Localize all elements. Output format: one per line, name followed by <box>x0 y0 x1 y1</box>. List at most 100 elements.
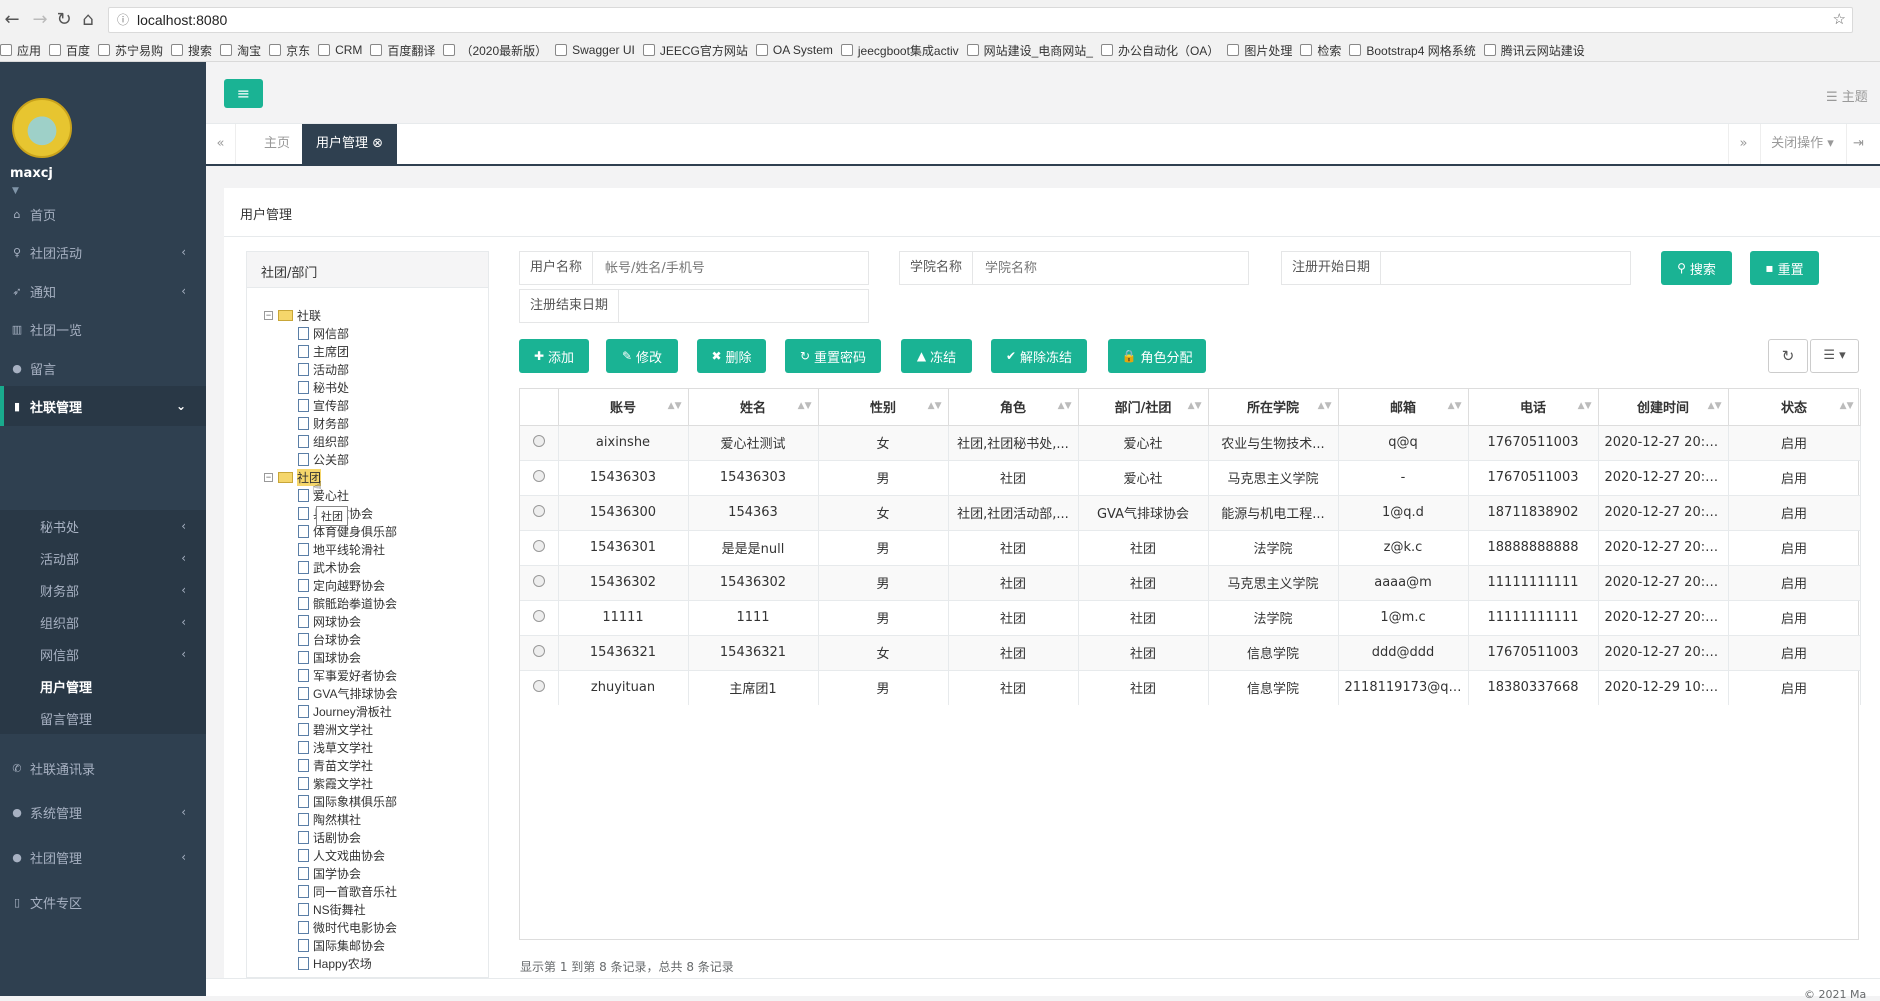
tab-scroll-left-icon[interactable]: « <box>206 124 236 164</box>
table-row[interactable]: 15436321 15436321 女社团 社团 信息学院 ddd@ddd 17670511… <box>520 634 1861 670</box>
bookmark-item[interactable]: 腾讯云网站建设 <box>1483 42 1593 59</box>
sidebar-subitem[interactable]: 网信部 ‹ <box>0 638 206 670</box>
bookmark-item[interactable]: Bootstrap4 网格系统 <box>1349 42 1483 59</box>
bookmark-item[interactable]: 百度 <box>49 42 98 59</box>
bookmark-item[interactable]: CRM <box>318 43 370 57</box>
tree-node[interactable]: 国际集邮协会 <box>298 937 385 954</box>
role-assign-button[interactable]: 🔒 角色分配 <box>1108 339 1206 373</box>
row-select-cell[interactable] <box>520 459 559 495</box>
sort-icon[interactable]: ▲▼ <box>1448 401 1462 411</box>
row-radio[interactable] <box>532 504 545 517</box>
row-select-cell[interactable] <box>520 529 559 565</box>
row-radio[interactable] <box>532 539 545 552</box>
tree-node[interactable]: GVA气排球协会 <box>298 685 397 702</box>
tree-node[interactable]: 公关部 <box>298 451 349 468</box>
end-date-input[interactable] <box>619 290 868 322</box>
column-header[interactable]: 角色 ▲▼ <box>948 389 1079 426</box>
bookmark-item[interactable]: Swagger UI <box>555 43 643 57</box>
username-input[interactable] <box>593 252 868 284</box>
avatar[interactable] <box>12 98 72 158</box>
college-input[interactable] <box>973 252 1248 284</box>
sidebar-item[interactable]: ● 社团管理 ‹ <box>0 837 206 877</box>
bookmark-item[interactable]: 百度翻译 <box>370 42 443 59</box>
sidebar-subitem[interactable]: 组织部 ‹ <box>0 606 206 638</box>
username[interactable]: maxcj <box>10 166 53 181</box>
bookmark-item[interactable]: 应用 <box>0 42 49 59</box>
tab-scroll-right-icon[interactable]: » <box>1728 124 1758 164</box>
sort-icon[interactable]: ▲▼ <box>1708 401 1722 411</box>
bookmark-item[interactable]: JEECG官方网站 <box>642 42 756 59</box>
collapse-icon[interactable]: − <box>264 311 273 320</box>
sort-icon[interactable]: ▲▼ <box>1840 401 1854 411</box>
row-select-cell[interactable] <box>520 424 559 460</box>
address-bar[interactable]: ⓘ localhost:8080 ☆ <box>108 7 1853 33</box>
row-radio[interactable] <box>532 609 545 622</box>
column-header[interactable]: 部门/社团 ▲▼ <box>1078 389 1209 426</box>
reload-icon[interactable]: ↻ <box>52 8 76 32</box>
tree-node[interactable]: 爱心社 <box>298 487 349 504</box>
column-header[interactable]: 性别 ▲▼ <box>818 389 949 426</box>
tree-node[interactable]: 微时代电影协会 <box>298 919 397 936</box>
sidebar-item[interactable]: ▥ 社团一览 <box>0 309 206 349</box>
sort-icon[interactable]: ▲▼ <box>1188 401 1202 411</box>
row-radio[interactable] <box>532 574 545 587</box>
tree-node[interactable]: 陶然棋社 <box>298 811 361 828</box>
sidebar-subitem[interactable]: 秘书处 ‹ <box>0 510 206 542</box>
sidebar-subitem[interactable]: 财务部 ‹ <box>0 574 206 606</box>
tree-node[interactable]: 网信部 <box>298 325 349 342</box>
row-radio[interactable] <box>532 679 545 692</box>
column-header[interactable]: 账号 ▲▼ <box>558 389 689 426</box>
tree-node[interactable]: NS街舞社 <box>298 901 366 918</box>
sidebar-item[interactable]: ♀ 社团活动 ‹ <box>0 232 206 272</box>
sidebar-subitem[interactable]: 活动部 ‹ <box>0 542 206 574</box>
tree-node[interactable]: 秘书处 <box>298 379 349 396</box>
menu-toggle-button[interactable]: ≡ <box>224 79 263 108</box>
row-select-cell[interactable] <box>520 634 559 670</box>
bookmark-item[interactable]: jeecgboot集成activ <box>840 42 967 59</box>
tree-node[interactable]: 定向越野协会 <box>298 577 385 594</box>
delete-button[interactable]: ✖ 删除 <box>697 339 766 373</box>
bookmark-item[interactable]: 京东 <box>269 42 318 59</box>
table-row[interactable]: zhuyituan 主席团1 男社团 社团 信息学院 2118119173@qq... 18… <box>520 669 1861 705</box>
column-header[interactable]: 状态 ▲▼ <box>1728 389 1861 426</box>
row-select-cell[interactable] <box>520 669 559 705</box>
reset-password-button[interactable]: ↻ 重置密码 <box>785 339 881 373</box>
sidebar-item[interactable]: ▯ 文件专区 <box>0 882 206 922</box>
row-select-cell[interactable] <box>520 599 559 635</box>
start-date-input[interactable] <box>1381 252 1630 284</box>
sort-icon[interactable]: ▲▼ <box>1058 401 1072 411</box>
back-icon[interactable]: ← <box>0 8 24 32</box>
column-header[interactable]: 创建时间 ▲▼ <box>1598 389 1729 426</box>
tree-node[interactable]: 财务部 <box>298 415 349 432</box>
tree-node[interactable]: 碧洲文学社 <box>298 721 373 738</box>
bookmark-item[interactable]: 图片处理 <box>1227 42 1300 59</box>
sort-icon[interactable]: ▲▼ <box>798 401 812 411</box>
tree-node[interactable]: 武术协会 <box>298 559 361 576</box>
tree-node[interactable]: 髌骶跆拳道协会 <box>298 595 397 612</box>
sort-icon[interactable]: ▲▼ <box>928 401 942 411</box>
home-button-icon[interactable]: ⌂ <box>76 8 100 32</box>
tree-node[interactable]: 宣传部 <box>298 397 349 414</box>
close-operations-dropdown[interactable]: 关闭操作 ▾ <box>1760 124 1844 164</box>
row-radio[interactable] <box>532 644 545 657</box>
sort-icon[interactable]: ▲▼ <box>668 401 682 411</box>
tree-node[interactable]: 地平线轮滑社 <box>298 541 385 558</box>
tree-root-node[interactable]: − 社联 <box>264 307 321 324</box>
bookmark-item[interactable]: （2020最新版） <box>443 42 555 59</box>
table-row[interactable]: 15436300 154363 女社团,社团活动部,... GVA气排球协会 能源与机电… <box>520 494 1861 530</box>
reset-button[interactable]: ▪ 重置 <box>1750 251 1819 285</box>
column-header[interactable]: 电话 ▲▼ <box>1468 389 1599 426</box>
bookmark-item[interactable]: 搜索 <box>171 42 220 59</box>
tab-close-icon[interactable]: ⊗ <box>372 136 383 151</box>
row-radio[interactable] <box>532 469 545 482</box>
add-button[interactable]: ✚ 添加 <box>519 339 589 373</box>
bookmark-item[interactable]: 淘宝 <box>220 42 269 59</box>
tree-node[interactable]: 国际象棋俱乐部 <box>298 793 397 810</box>
sidebar-item[interactable]: ▮ 社联管理 ⌄ <box>0 386 206 426</box>
column-header[interactable]: 姓名 ▲▼ <box>688 389 819 426</box>
tree-node[interactable]: 人文戏曲协会 <box>298 847 385 864</box>
tree-node[interactable]: Journey滑板社 <box>298 703 392 720</box>
tab-home[interactable]: 主页 <box>250 124 304 164</box>
tree-node[interactable]: 网球协会 <box>298 613 361 630</box>
star-icon[interactable]: ☆ <box>1833 10 1846 28</box>
